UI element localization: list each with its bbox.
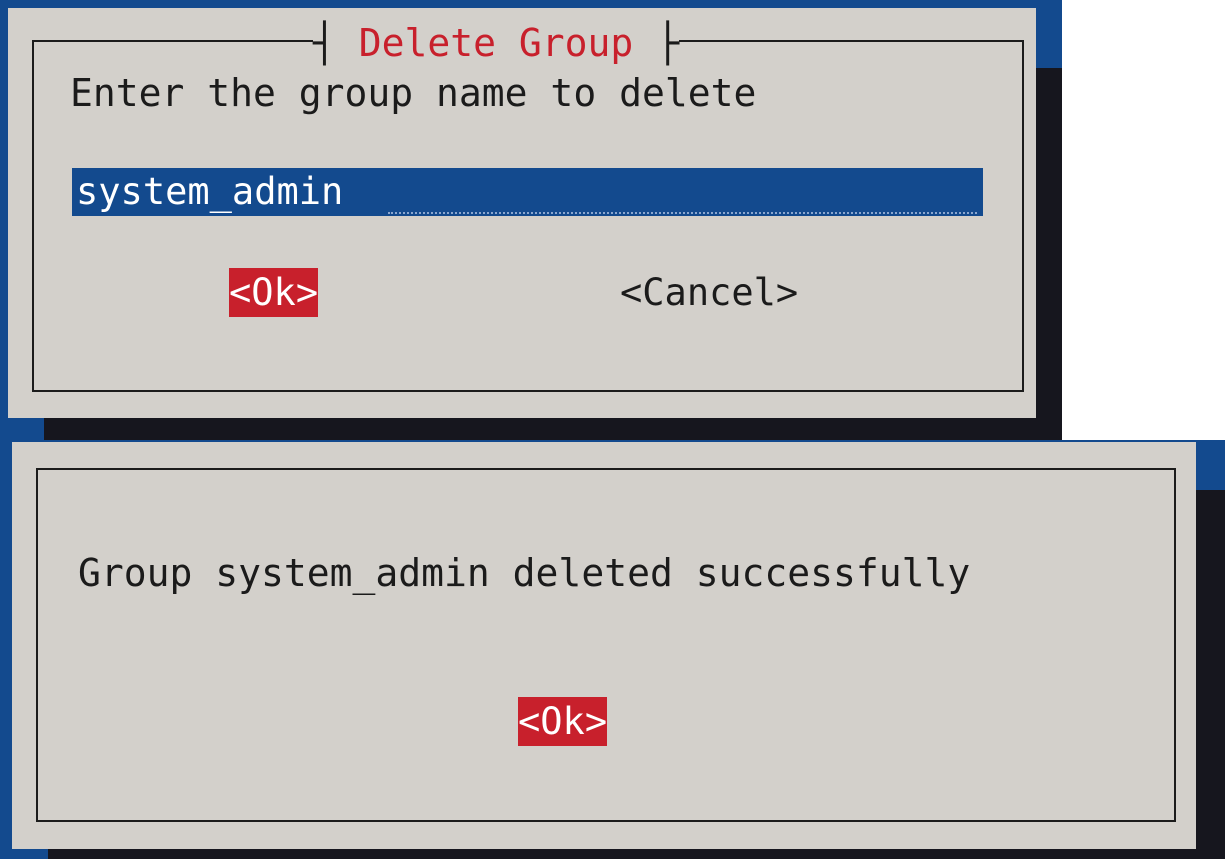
ok-button[interactable]: <Ok> bbox=[518, 697, 608, 746]
delete-group-panel: ┤ Delete Group ├ Enter the group name to… bbox=[0, 0, 1062, 440]
dialog-title: Delete Group bbox=[358, 21, 634, 65]
dialog-border bbox=[36, 468, 1176, 822]
result-dialog: Group system_admin deleted successfully … bbox=[12, 442, 1196, 849]
group-name-value: system_admin bbox=[76, 170, 344, 213]
group-name-input[interactable]: system_admin bbox=[72, 168, 983, 216]
ok-button[interactable]: <Ok> bbox=[229, 268, 319, 317]
delete-group-dialog: ┤ Delete Group ├ Enter the group name to… bbox=[8, 8, 1036, 418]
dialog-title-wrap: ┤ Delete Group ├ bbox=[313, 21, 680, 65]
result-panel: Group system_admin deleted successfully … bbox=[0, 440, 1225, 859]
result-message: Group system_admin deleted successfully bbox=[78, 551, 971, 595]
input-fill-dots bbox=[388, 212, 977, 214]
prompt-label: Enter the group name to delete bbox=[70, 71, 757, 115]
cancel-button[interactable]: <Cancel> bbox=[620, 268, 798, 317]
